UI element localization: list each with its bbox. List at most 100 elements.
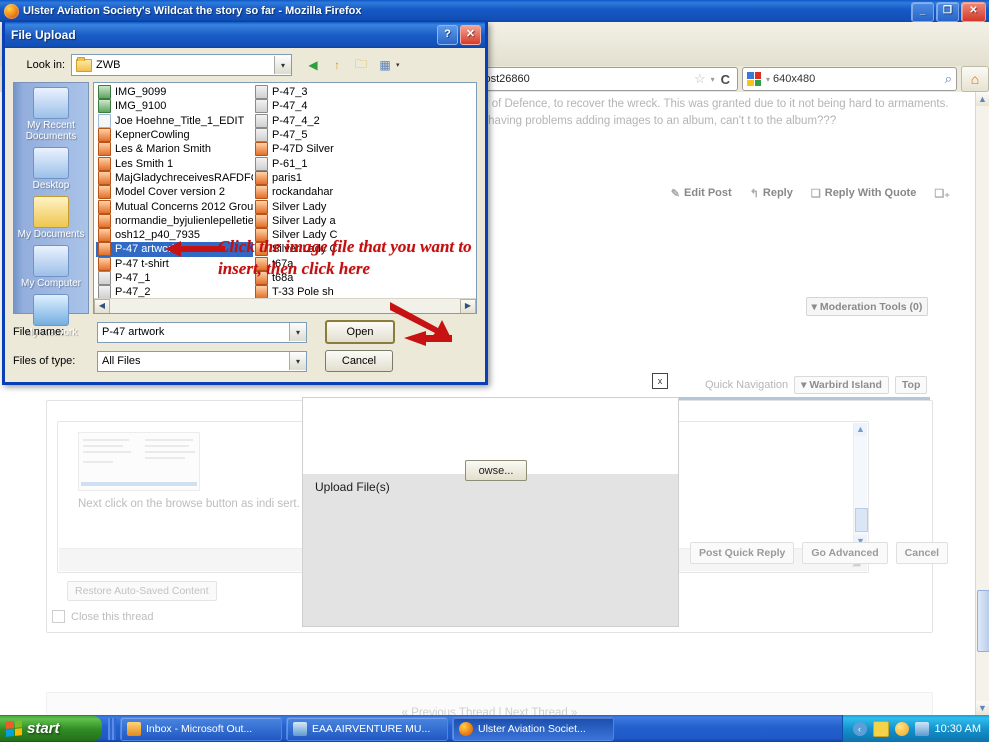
attachment-close-x-button[interactable]: x [652, 373, 668, 389]
file-list-horizontal-scrollbar[interactable]: ◀ ▶ [94, 298, 476, 313]
file-list-item-selected[interactable]: P-47 artwork [96, 242, 253, 257]
file-list-item[interactable]: P-47_4 [253, 99, 410, 114]
file-list-item[interactable]: t67a [253, 256, 410, 271]
place-my-recent-documents[interactable]: My Recent Documents [16, 87, 86, 142]
thread-navigation[interactable]: « Previous Thread | Next Thread » [46, 692, 933, 715]
maximize-button[interactable]: ❐ [936, 2, 959, 22]
scroll-right-icon[interactable]: ▶ [460, 298, 476, 313]
chevron-down-icon[interactable]: ▾ [289, 323, 306, 341]
file-list-item[interactable]: Mutual Concerns 2012 Group Photo [96, 199, 253, 214]
file-list-item[interactable]: rockandahar [253, 185, 410, 200]
file-name-input[interactable]: P-47 artwork ▾ [97, 321, 307, 343]
close-thread-checkbox[interactable] [52, 610, 65, 623]
minimize-button[interactable]: _ [911, 2, 934, 22]
file-list-item[interactable]: P-47_3 [253, 85, 410, 100]
cancel-reply-button[interactable]: Cancel [895, 542, 949, 564]
reply-button[interactable]: ↰ Reply [750, 187, 793, 200]
taskbar-item-excel[interactable]: EAA AIRVENTURE MU... [286, 716, 448, 741]
quick-nav-forum-select[interactable]: ▾ Warbird Island [794, 376, 889, 394]
file-list-item[interactable]: normandie_byjulienlepelletier800 [96, 213, 253, 228]
file-list-item[interactable]: P-61_1 [253, 156, 410, 171]
files-of-type-row: Files of type: All Files ▾ Cancel [13, 350, 477, 372]
start-button[interactable]: start [0, 716, 102, 741]
file-list-item[interactable]: MajGladychreceivesRAFDFC [96, 170, 253, 185]
page-scroll-thumb[interactable] [977, 590, 989, 652]
cancel-button[interactable]: Cancel [325, 350, 393, 372]
new-folder-icon[interactable]: 🗀 [352, 57, 370, 74]
file-list-item[interactable]: Joe Hoehne_Title_1_EDIT [96, 113, 253, 128]
search-engine-icon[interactable] [747, 72, 761, 86]
file-list-item[interactable]: paris1 [253, 170, 410, 185]
file-dialog-main: My Recent Documents Desktop My Documents… [13, 82, 477, 338]
clock[interactable]: 10:30 AM [935, 723, 981, 735]
chevron-down-icon[interactable]: ▾ [274, 56, 291, 74]
chevron-down-icon[interactable]: ▾ [289, 352, 306, 370]
messenger-icon[interactable] [894, 721, 909, 736]
file-list-item[interactable]: P-47 t-shirt [96, 256, 253, 271]
dialog-close-button[interactable]: ✕ [460, 25, 481, 45]
place-desktop[interactable]: Desktop [16, 147, 86, 191]
views-chevron-icon[interactable]: ▾ [396, 61, 400, 69]
help-button[interactable]: ? [437, 25, 458, 45]
place-my-computer[interactable]: My Computer [16, 245, 86, 289]
post-quick-reply-button[interactable]: Post Quick Reply [690, 542, 795, 564]
close-button[interactable]: ✕ [961, 2, 986, 22]
back-icon[interactable]: ◀ [304, 57, 322, 74]
bookmark-star-icon[interactable]: ☆ [694, 71, 706, 87]
editor-scrollbar[interactable]: ▲ ▼ [853, 423, 868, 548]
open-button[interactable]: Open [325, 320, 395, 344]
file-list-item[interactable]: Silver Lady C [253, 242, 410, 257]
place-my-documents[interactable]: My Documents [16, 196, 86, 240]
home-button[interactable]: ⌂ [961, 66, 989, 92]
file-list-item[interactable]: Silver Lady C [253, 228, 410, 243]
reply-with-quote-button[interactable]: ❏ Reply With Quote [811, 187, 916, 200]
file-list-item[interactable]: IMG_9099 [96, 85, 253, 100]
search-icon[interactable]: ⌕ [945, 71, 952, 87]
reload-icon[interactable]: C [721, 72, 730, 87]
quick-nav-top-button[interactable]: Top [894, 376, 928, 394]
file-list-item[interactable]: t68a [253, 271, 410, 285]
show-hidden-icons-icon[interactable]: ‹ [852, 721, 867, 736]
page-scroll-up-icon[interactable]: ▲ [976, 92, 989, 106]
file-list[interactable]: IMG_9099 IMG_9100 Joe Hoehne_Title_1_EDIT K… [93, 82, 477, 314]
file-list-item[interactable]: osh12_p40_7935 [96, 228, 253, 243]
file-list-item[interactable]: Model Cover version 2 [96, 185, 253, 200]
edit-post-button[interactable]: ✎ Edit Post [671, 187, 732, 200]
file-list-item[interactable]: KepnerCowling [96, 128, 253, 143]
file-list-item[interactable]: Silver Lady [253, 199, 410, 214]
taskbar-item-firefox[interactable]: Ulster Aviation Societ... [452, 716, 614, 741]
file-list-item[interactable]: Silver Lady a [253, 213, 410, 228]
page-scrollbar[interactable]: ▲ ▼ [975, 92, 989, 715]
editor-scroll-up-icon[interactable]: ▲ [854, 423, 867, 436]
file-list-item[interactable]: P-47_4_2 [253, 113, 410, 128]
volume-icon[interactable] [914, 721, 929, 736]
restore-autosaved-content-button[interactable]: Restore Auto-Saved Content [67, 581, 217, 601]
scroll-left-icon[interactable]: ◀ [94, 298, 110, 313]
taskbar-item-outlook[interactable]: Inbox - Microsoft Out... [120, 716, 282, 741]
page-scroll-down-icon[interactable]: ▼ [976, 701, 989, 715]
moderation-tools-button[interactable]: ▾ Moderation Tools (0) [806, 297, 928, 316]
search-bar[interactable]: ▾ 640x480 ⌕ [742, 67, 957, 91]
browse-button[interactable]: owse... [465, 460, 527, 481]
close-thread-row[interactable]: Close this thread [52, 610, 154, 623]
file-list-item[interactable]: P-47D Silver [253, 142, 410, 157]
file-list-item[interactable]: IMG_9100 [96, 99, 253, 114]
file-list-item[interactable]: P-47_1 [96, 271, 253, 285]
taskbar-grip[interactable] [108, 717, 116, 740]
file-name-label: P-47 t-shirt [115, 257, 169, 270]
file-list-item[interactable]: P-47_5 [253, 128, 410, 143]
up-one-level-icon[interactable]: ↑ [328, 57, 346, 74]
file-list-item[interactable]: Les Smith 1 [96, 156, 253, 171]
mail-icon[interactable] [872, 720, 889, 737]
go-advanced-button[interactable]: Go Advanced [802, 542, 888, 564]
views-icon[interactable]: ▦ [376, 57, 394, 74]
files-of-type-select[interactable]: All Files ▾ [97, 350, 307, 372]
chevron-down-icon[interactable]: ▾ [711, 75, 715, 84]
multiquote-button[interactable]: ❏₊ [934, 187, 950, 200]
look-in-combobox[interactable]: ZWB ▾ [71, 54, 292, 76]
file-list-item[interactable]: Les & Marion Smith [96, 142, 253, 157]
address-bar[interactable]: 60#post26860 ☆ ▾ C [455, 67, 738, 91]
ppt-file-icon [98, 242, 111, 257]
search-engine-chevron-icon[interactable]: ▾ [766, 75, 770, 84]
editor-scroll-thumb[interactable] [855, 508, 868, 532]
